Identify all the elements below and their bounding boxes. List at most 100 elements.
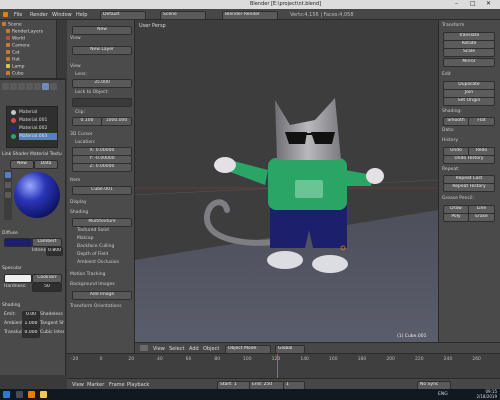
editor-type-icon[interactable] xyxy=(140,345,148,351)
outliner-row[interactable]: Hat xyxy=(6,57,59,63)
menu-help[interactable]: Help xyxy=(76,12,87,18)
item-name-field[interactable]: Cube.001 xyxy=(72,186,132,195)
intensity-field[interactable]: 0.800 xyxy=(46,247,63,256)
outliner-row[interactable]: Cube xyxy=(6,71,59,77)
view-section-header[interactable]: View xyxy=(70,64,81,69)
lens-field[interactable]: 35.000 xyxy=(72,79,132,88)
material-tab-icon[interactable] xyxy=(42,83,49,90)
render-engine-selector[interactable]: Blender Render xyxy=(222,11,278,20)
mirror-button[interactable]: Mirror xyxy=(443,58,495,67)
ambient-field[interactable]: 1.000 xyxy=(22,320,40,329)
outliner-row[interactable]: Scene xyxy=(2,22,55,28)
material-slot-selected[interactable]: Material.003 xyxy=(19,133,57,140)
object-menu[interactable]: Object xyxy=(203,346,219,352)
maximize-button[interactable]: □ xyxy=(470,1,476,7)
timeline-view-menu[interactable]: View xyxy=(72,382,84,388)
blender-taskbar-icon[interactable] xyxy=(28,391,35,398)
layout-selector[interactable]: Default xyxy=(100,11,146,20)
flat-button[interactable]: Flat xyxy=(468,117,495,126)
properties-tabs-row[interactable]: Link Shader Material Texture xyxy=(2,151,62,158)
search-icon[interactable] xyxy=(16,391,23,398)
menu-window[interactable]: Window xyxy=(52,12,72,18)
render-tab-icon[interactable] xyxy=(2,83,9,90)
shading-header[interactable]: Shading xyxy=(2,302,62,309)
blender-logo-icon[interactable] xyxy=(3,12,8,17)
outliner-row[interactable]: Camera xyxy=(6,43,59,49)
depth-of-field-checkbox[interactable]: Depth of Field xyxy=(77,252,108,257)
scene-selector[interactable]: Scene xyxy=(160,11,206,20)
close-button[interactable]: ✕ xyxy=(486,1,491,7)
multitexture-select[interactable]: Multitexture xyxy=(72,218,132,227)
new-layer-button[interactable]: New Layer xyxy=(72,46,132,55)
diffuse-header[interactable]: Diffuse xyxy=(2,230,62,237)
shading-section-header[interactable]: Shading xyxy=(70,210,88,215)
object-tab-icon[interactable] xyxy=(26,83,33,90)
display-section-header[interactable]: Display xyxy=(70,200,87,205)
windows-start-icon[interactable] xyxy=(3,391,10,398)
new-material-button[interactable]: New xyxy=(10,160,34,169)
poly-button[interactable]: Poly xyxy=(443,213,469,222)
scale-button[interactable]: Scale xyxy=(443,48,495,57)
ambient-occlusion-checkbox[interactable]: Ambient Occlusion xyxy=(77,260,119,265)
translucency-field[interactable]: 0.000 xyxy=(22,329,40,338)
cursor-section-header[interactable]: 3D Cursor xyxy=(70,132,93,137)
cubic-interpolation-checkbox[interactable]: Cubic Interpolation xyxy=(40,329,64,336)
shadeless-checkbox[interactable]: Shadeless xyxy=(40,311,64,318)
data-button[interactable]: Data xyxy=(34,160,58,169)
specular-color-swatch[interactable] xyxy=(4,274,32,283)
timeline-marker-menu[interactable]: Marker xyxy=(87,382,104,388)
outliner-row[interactable]: Lamp xyxy=(6,64,59,70)
new-button[interactable]: New xyxy=(72,26,132,35)
minimize-button[interactable]: – xyxy=(455,1,458,7)
menu-render[interactable]: Render xyxy=(30,12,48,18)
tangent-shading-checkbox[interactable]: Tangent Shading xyxy=(40,320,64,327)
clip-start-field[interactable]: 0.100 xyxy=(72,117,102,126)
select-menu[interactable]: Select xyxy=(169,346,184,352)
outliner-row[interactable]: Cat xyxy=(6,50,59,56)
material-slot[interactable]: Material.002 xyxy=(19,125,57,132)
history-header[interactable]: History xyxy=(442,138,458,143)
grease-pencil-header[interactable]: Grease Pencil: xyxy=(442,196,474,201)
smooth-button[interactable]: Smooth xyxy=(443,117,469,126)
lock-object-field[interactable] xyxy=(72,98,132,107)
backface-culling-checkbox[interactable]: Backface Culling xyxy=(77,244,114,249)
texture-tab-icon[interactable] xyxy=(50,83,57,90)
cursor-z-field[interactable]: Z: 0.00000 xyxy=(72,163,132,172)
material-slot[interactable]: Material xyxy=(19,109,57,116)
edit-header[interactable]: Edit xyxy=(442,72,451,77)
set-origin-button[interactable]: Set Origin xyxy=(443,97,495,106)
outliner-row[interactable]: RenderLayers xyxy=(6,29,59,35)
sphere-preview-icon[interactable] xyxy=(5,172,11,178)
timeline-frame-menu[interactable]: Frame xyxy=(109,382,125,388)
menu-file[interactable]: File xyxy=(14,12,22,18)
cube-preview-icon[interactable] xyxy=(5,182,11,188)
view-panel-header[interactable]: View xyxy=(70,36,81,41)
motion-tracking-header[interactable]: Motion Tracking xyxy=(70,272,105,277)
transform-header[interactable]: Transform xyxy=(442,23,464,28)
modifier-tab-icon[interactable] xyxy=(34,83,41,90)
repeat-history-button[interactable]: Repeat History xyxy=(443,183,495,192)
language-indicator[interactable]: ENG xyxy=(438,392,448,397)
file-explorer-icon[interactable] xyxy=(40,391,47,398)
transform-orientations-header[interactable]: Transform Orientations xyxy=(70,304,122,309)
add-image-button[interactable]: Add Image xyxy=(72,291,132,300)
specular-shader-select[interactable]: CookTorr xyxy=(32,274,62,283)
item-section-header[interactable]: Item xyxy=(70,178,80,183)
monkey-preview-icon[interactable] xyxy=(5,192,11,198)
view-menu[interactable]: View xyxy=(153,346,165,352)
textured-solid-checkbox[interactable]: Textured Solid xyxy=(77,228,109,233)
undo-history-button[interactable]: Undo History xyxy=(443,155,495,164)
hardness-field[interactable]: 50 xyxy=(32,283,62,292)
scene-tab-icon[interactable] xyxy=(10,83,17,90)
emit-field[interactable]: 0.00 xyxy=(22,311,40,320)
diffuse-color-swatch[interactable] xyxy=(4,238,32,247)
material-slot[interactable]: Material.001 xyxy=(19,117,57,124)
world-tab-icon[interactable] xyxy=(18,83,25,90)
diffuse-shader-select[interactable]: Lambert xyxy=(32,238,62,247)
add-menu[interactable]: Add xyxy=(189,346,199,352)
current-frame-marker[interactable] xyxy=(277,354,278,379)
3d-viewport[interactable]: User Persp (1) Cube.001 xyxy=(135,20,438,342)
outliner-row[interactable]: World xyxy=(6,36,59,42)
clip-end-field[interactable]: 1000.000 xyxy=(101,117,132,126)
system-clock[interactable]: 09:15 2/18/2019 xyxy=(476,389,497,399)
